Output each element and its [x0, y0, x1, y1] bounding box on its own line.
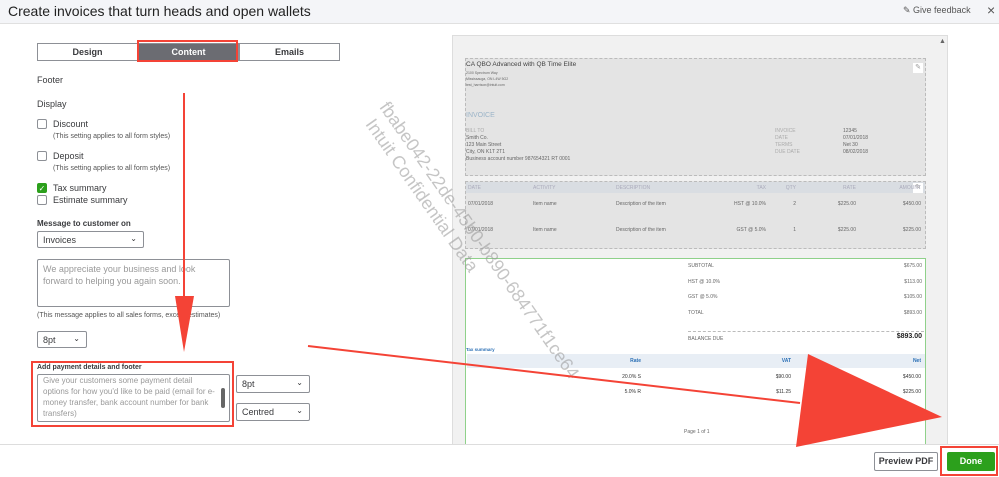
- annotation-box-content-tab: [137, 40, 238, 62]
- annotation-arrowhead-down: [175, 296, 194, 352]
- annotation-arrow-line: [307, 345, 801, 404]
- annotation-arrowhead-right: [796, 354, 942, 447]
- annotation-box-payment: [31, 361, 234, 427]
- annotation-box-done: [940, 446, 998, 476]
- annotation-overlay: [31, 40, 998, 476]
